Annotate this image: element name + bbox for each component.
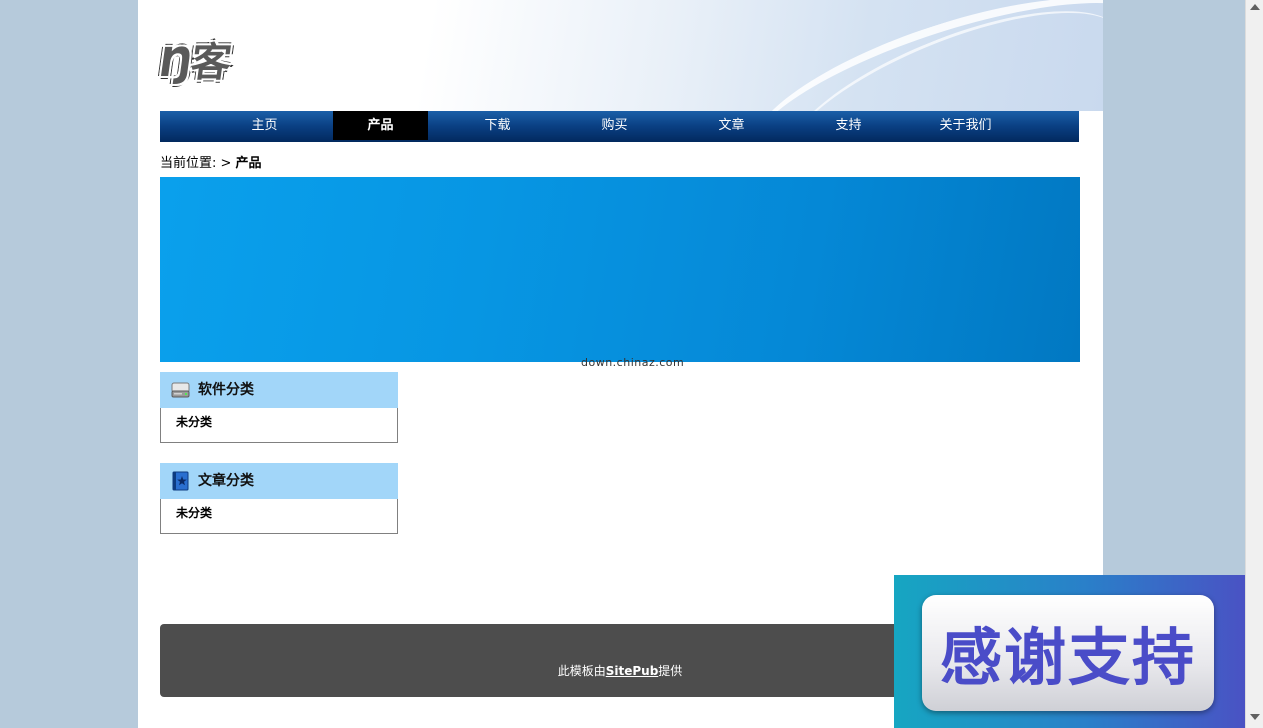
nav-item-about[interactable]: 关于我们 bbox=[918, 111, 1013, 140]
nav-item-support[interactable]: 支持 bbox=[801, 111, 896, 140]
article-category-uncategorized[interactable]: 未分类 bbox=[176, 504, 212, 521]
software-category-uncategorized[interactable]: 未分类 bbox=[176, 413, 212, 430]
footer-suffix: 提供 bbox=[658, 664, 683, 678]
nav-item-download[interactable]: 下载 bbox=[450, 111, 545, 140]
software-category-header: 软件分类 bbox=[160, 372, 398, 408]
vertical-scrollbar[interactable] bbox=[1245, 0, 1263, 728]
software-category-box: 软件分类 未分类 bbox=[160, 372, 398, 443]
breadcrumb: 当前位置: > 产品 bbox=[160, 152, 262, 171]
site-header: Ŋ客 bbox=[138, 0, 1103, 111]
book-icon bbox=[172, 471, 189, 491]
banner-watermark: down.chinaz.com bbox=[581, 356, 685, 369]
banner bbox=[160, 177, 1080, 362]
software-category-body: 未分类 bbox=[160, 408, 398, 443]
main-nav: 主页 产品 下载 购买 文章 支持 关于我们 bbox=[160, 111, 1079, 142]
sitepub-link[interactable]: SitePub bbox=[606, 664, 659, 678]
thanks-card: 感谢支持 bbox=[922, 595, 1214, 711]
scroll-up-arrow-icon[interactable] bbox=[1250, 4, 1260, 10]
article-category-body: 未分类 bbox=[160, 499, 398, 534]
software-category-title: 软件分类 bbox=[198, 382, 254, 398]
drive-icon bbox=[171, 382, 190, 398]
nav-item-home[interactable]: 主页 bbox=[217, 111, 312, 140]
breadcrumb-current: 产品 bbox=[235, 156, 262, 171]
site-logo[interactable]: Ŋ客 bbox=[156, 30, 234, 88]
thanks-text: 感谢支持 bbox=[939, 621, 1196, 694]
nav-item-buy[interactable]: 购买 bbox=[567, 111, 662, 140]
thanks-overlay: 感谢支持 bbox=[894, 575, 1246, 728]
article-category-header: 文章分类 bbox=[160, 463, 398, 499]
nav-item-articles[interactable]: 文章 bbox=[684, 111, 779, 140]
scroll-down-arrow-icon[interactable] bbox=[1250, 714, 1260, 720]
article-category-title: 文章分类 bbox=[198, 473, 254, 489]
article-category-box: 文章分类 未分类 bbox=[160, 463, 398, 534]
breadcrumb-prefix: 当前位置: > bbox=[160, 156, 236, 171]
nav-item-products[interactable]: 产品 bbox=[333, 111, 428, 140]
footer-prefix: 此模板由 bbox=[557, 664, 606, 678]
